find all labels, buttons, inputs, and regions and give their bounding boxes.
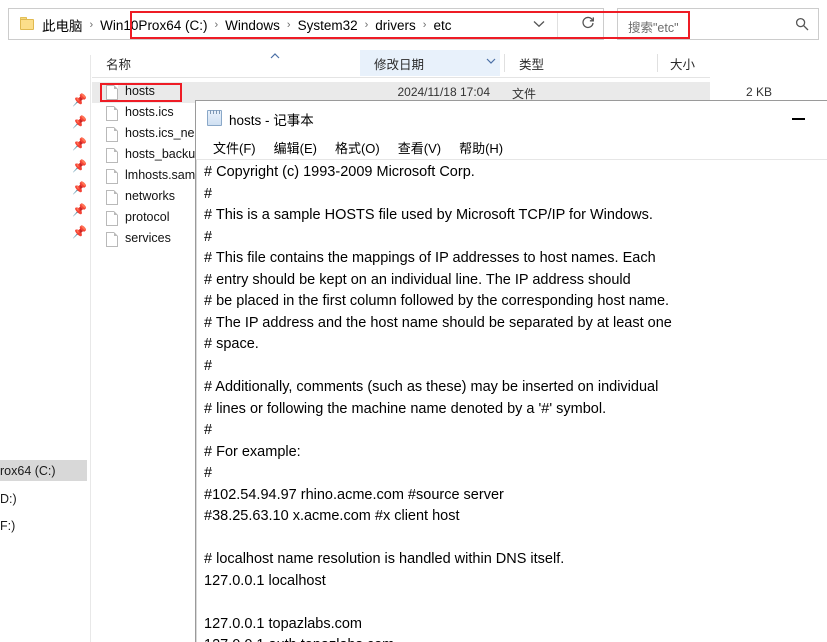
search-input[interactable]: 搜索"etc"	[628, 17, 679, 36]
search-icon[interactable]	[795, 17, 809, 34]
file-size: 2 KB	[745, 85, 772, 99]
menu-view[interactable]: 查看(V)	[389, 136, 450, 159]
pin-icon[interactable]: 📌	[72, 159, 87, 173]
file-name[interactable]: hosts	[125, 84, 155, 98]
breadcrumb-item-0[interactable]: 此电脑	[41, 15, 84, 35]
pin-icon[interactable]: 📌	[72, 137, 87, 151]
pin-icon[interactable]: 📌	[72, 115, 87, 129]
column-header-date[interactable]: 修改日期	[360, 50, 500, 76]
breadcrumb-separator: ›	[422, 19, 427, 31]
breadcrumb: 此电脑 › Win10Prox64 (C:) › Windows › Syste…	[41, 9, 452, 41]
pin-icon[interactable]: 📌	[72, 225, 87, 239]
breadcrumb-item-3[interactable]: System32	[297, 18, 359, 33]
sidebar-item-drive-f[interactable]: F:)	[0, 515, 87, 536]
pin-icon[interactable]: 📌	[72, 93, 87, 107]
pin-icon[interactable]: 📌	[72, 203, 87, 217]
sidebar-item-drive-d[interactable]: D:)	[0, 488, 87, 509]
breadcrumb-item-1[interactable]: Win10Prox64 (C:)	[99, 18, 208, 33]
file-name[interactable]: hosts.ics_ne	[125, 126, 194, 140]
address-bar[interactable]: 此电脑 › Win10Prox64 (C:) › Windows › Syste…	[8, 8, 604, 40]
menu-format[interactable]: 格式(O)	[326, 136, 389, 159]
column-header-name-label: 名称	[106, 57, 132, 72]
file-name[interactable]: hosts.ics	[125, 105, 174, 119]
chevron-down-icon[interactable]	[486, 56, 496, 67]
column-header-size[interactable]: 大小	[658, 50, 754, 76]
refresh-icon[interactable]	[570, 8, 606, 38]
column-header-date-label: 修改日期	[374, 57, 425, 72]
file-icon	[106, 148, 118, 163]
notepad-text-area[interactable]: # Copyright (c) 1993-2009 Microsoft Corp…	[196, 160, 827, 642]
breadcrumb-separator: ›	[89, 19, 94, 31]
file-icon	[106, 85, 118, 100]
column-header-row: 名称 修改日期 类型 大小	[92, 50, 710, 78]
sidebar-item-drive-c[interactable]: rox64 (C:)	[0, 460, 87, 481]
file-name[interactable]: hosts_backu	[125, 147, 195, 161]
breadcrumb-separator: ›	[286, 19, 291, 31]
caret-up-icon	[270, 51, 280, 62]
breadcrumb-separator: ›	[214, 19, 219, 31]
file-icon	[106, 127, 118, 142]
breadcrumb-item-4[interactable]: drivers	[374, 18, 417, 33]
pin-icon[interactable]: 📌	[72, 181, 87, 195]
file-icon	[106, 211, 118, 226]
notepad-menubar: 文件(F) 编辑(E) 格式(O) 查看(V) 帮助(H)	[196, 135, 827, 159]
file-icon	[106, 106, 118, 121]
address-divider	[557, 13, 558, 37]
column-header-name[interactable]: 名称	[92, 50, 360, 76]
notepad-icon	[207, 110, 222, 126]
file-name[interactable]: networks	[125, 189, 175, 203]
pin-strip: 📌 📌 📌 📌 📌 📌 📌	[0, 55, 91, 455]
file-name[interactable]: services	[125, 231, 171, 245]
notepad-titlebar[interactable]: hosts - 记事本	[196, 101, 827, 135]
breadcrumb-item-2[interactable]: Windows	[224, 18, 281, 33]
notepad-window: hosts - 记事本 文件(F) 编辑(E) 格式(O) 查看(V) 帮助(H…	[195, 100, 827, 642]
search-box[interactable]: 搜索"etc"	[617, 8, 819, 40]
file-name[interactable]: protocol	[125, 210, 169, 224]
sidebar-item-label: rox64 (C:)	[0, 463, 56, 478]
menu-help[interactable]: 帮助(H)	[450, 136, 512, 159]
column-header-type-label: 类型	[519, 57, 545, 72]
file-icon	[106, 190, 118, 205]
file-date: 2024/11/18 17:04	[397, 85, 490, 99]
folder-icon	[20, 17, 35, 30]
file-name[interactable]: lmhosts.sam	[125, 168, 195, 182]
breadcrumb-separator: ›	[364, 19, 369, 31]
notepad-title: hosts - 记事本	[229, 113, 314, 128]
address-bar-row: 此电脑 › Win10Prox64 (C:) › Windows › Syste…	[0, 8, 827, 42]
file-icon	[106, 169, 118, 184]
sidebar-item-label: D:)	[0, 491, 17, 506]
file-icon	[106, 232, 118, 247]
column-header-size-label: 大小	[670, 57, 696, 72]
chevron-down-icon[interactable]	[521, 9, 557, 39]
column-header-type[interactable]: 类型	[505, 50, 615, 76]
minimize-icon[interactable]	[783, 107, 813, 131]
menu-file[interactable]: 文件(F)	[204, 136, 265, 159]
menu-edit[interactable]: 编辑(E)	[265, 136, 326, 159]
sidebar-item-label: F:)	[0, 518, 16, 533]
breadcrumb-item-5[interactable]: etc	[432, 18, 452, 33]
